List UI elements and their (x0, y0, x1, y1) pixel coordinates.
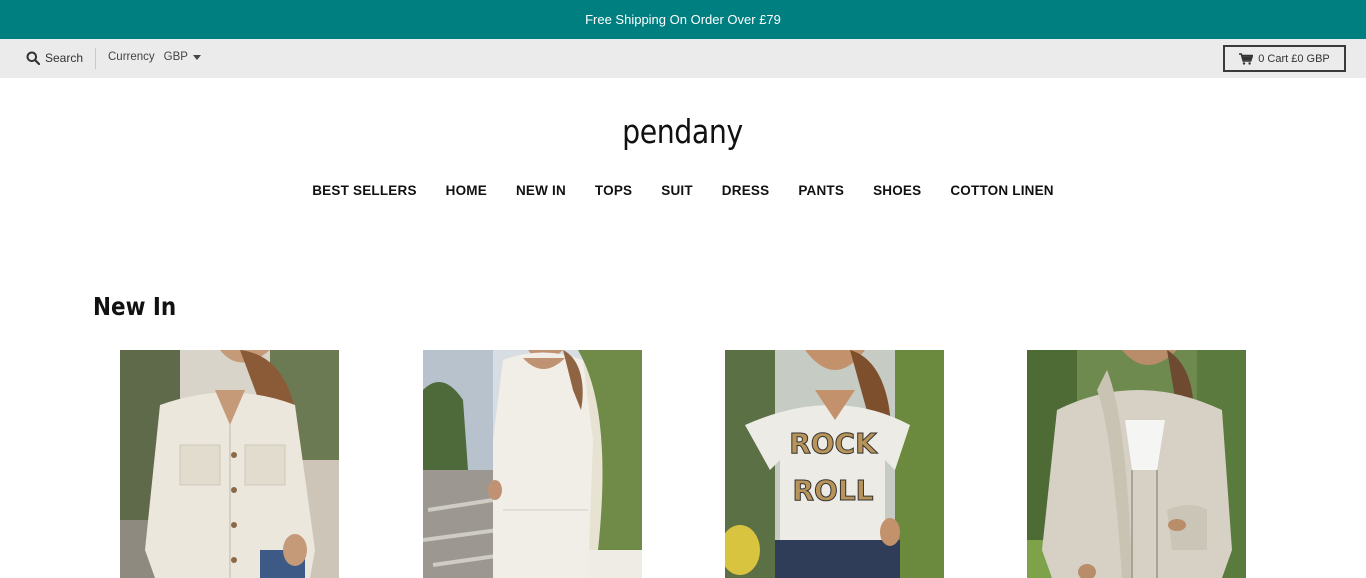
search-label: Search (45, 51, 84, 65)
nav-item-suit[interactable]: SUIT (661, 183, 693, 198)
currency-label: Currency (108, 51, 155, 63)
cart-button[interactable]: 0 Cart £0 GBP (1223, 45, 1346, 72)
linen-button-shirt-photo (120, 350, 339, 578)
store-logo[interactable]: pendany (95, 112, 1270, 151)
currency-selector[interactable]: Currency GBP (108, 51, 201, 63)
utility-bar: Search Currency GBP (0, 39, 1366, 78)
print-line-1: ROCK (789, 427, 878, 460)
nav-item-pants[interactable]: PANTS (798, 183, 844, 198)
search-link[interactable]: Search (26, 51, 83, 65)
cart-icon (1239, 52, 1254, 65)
announcement-text: Free Shipping On Order Over £79 (585, 12, 781, 27)
print-line-2: ROLL (792, 474, 873, 507)
topbar-divider (95, 48, 96, 69)
white-maxi-dress-photo (423, 350, 642, 578)
product-card-3[interactable]: ROCK ROLL (725, 350, 944, 578)
main-navigation: BEST SELLERS HOME NEW IN TOPS SUIT DRESS… (0, 183, 1366, 198)
rock-roll-tshirt-photo: ROCK ROLL (725, 350, 944, 578)
beige-hooded-jacket-photo (1027, 350, 1246, 578)
announcement-bar: Free Shipping On Order Over £79 (0, 0, 1366, 39)
nav-item-tops[interactable]: TOPS (595, 183, 632, 198)
nav-item-home[interactable]: HOME (446, 183, 487, 198)
nav-item-new-in[interactable]: NEW IN (516, 183, 566, 198)
product-card-2[interactable] (423, 350, 642, 578)
caret-down-icon (192, 54, 201, 60)
nav-item-dress[interactable]: DRESS (722, 183, 770, 198)
search-icon (26, 51, 40, 65)
product-card-1[interactable] (120, 350, 339, 578)
section-title: New In (93, 292, 177, 321)
nav-item-best-sellers[interactable]: BEST SELLERS (312, 183, 416, 198)
product-card-4[interactable] (1027, 350, 1246, 578)
nav-item-cotton-linen[interactable]: COTTON LINEN (950, 183, 1053, 198)
cart-label: 0 Cart £0 GBP (1258, 52, 1330, 65)
currency-value[interactable]: GBP (164, 51, 188, 63)
nav-item-shoes[interactable]: SHOES (873, 183, 921, 198)
